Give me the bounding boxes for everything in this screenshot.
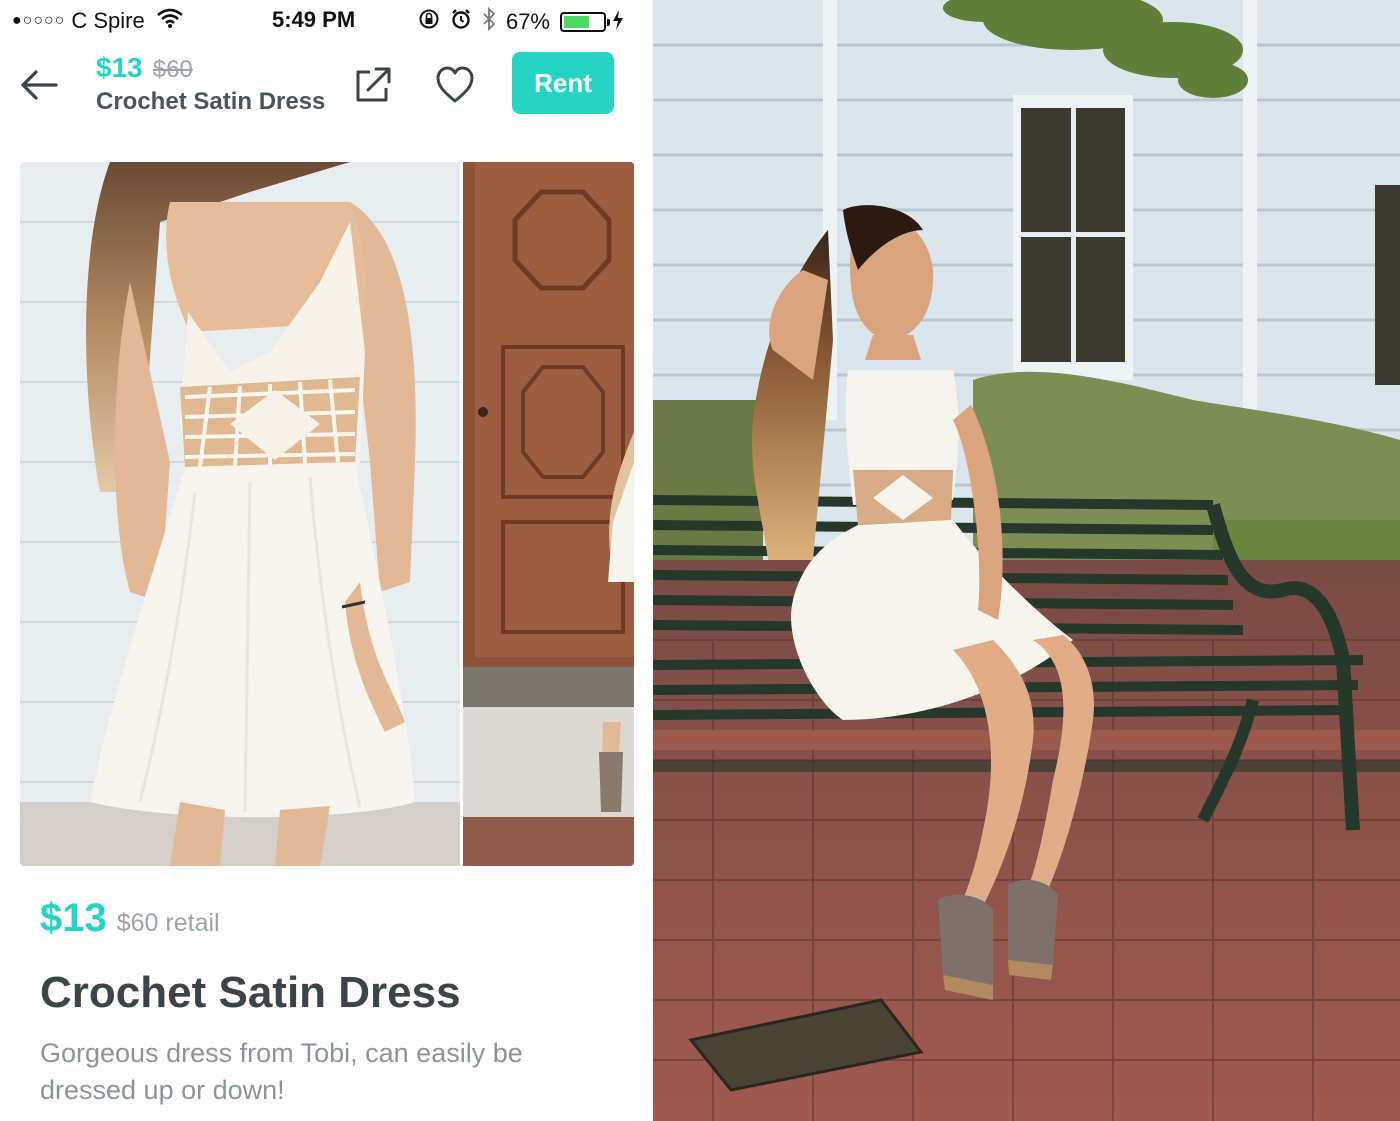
app-screen: ●○○○○ C Spire 5:49 PM 67% $13 $60 Croche…	[0, 0, 652, 1121]
nav-prices: $13 $60	[96, 52, 336, 84]
status-right: 67%	[418, 6, 624, 37]
orientation-lock-icon	[418, 8, 440, 36]
battery-level	[564, 16, 589, 28]
bluetooth-icon	[482, 6, 496, 37]
product-photo-next[interactable]	[463, 162, 634, 866]
share-icon	[352, 67, 394, 110]
nav-retail-price: $60	[152, 56, 193, 83]
rent-button[interactable]: Rent	[512, 52, 614, 114]
detail-prices: $13 $60 retail	[40, 896, 640, 941]
carrier-name: C Spire	[71, 8, 145, 33]
nav-product-title: Crochet Satin Dress	[96, 88, 326, 115]
wifi-icon	[156, 8, 183, 34]
product-title: Crochet Satin Dress	[40, 968, 461, 1017]
product-photo-main[interactable]	[20, 162, 460, 866]
heart-icon	[434, 66, 476, 110]
signal-strength: ●○○○○	[12, 12, 66, 29]
battery-percent: 67%	[505, 9, 550, 34]
status-time: 5:49 PM	[272, 7, 356, 32]
nav-rental-price: $13	[96, 52, 143, 83]
status-left: ●○○○○ C Spire	[12, 8, 183, 34]
charging-icon	[612, 9, 624, 35]
lifestyle-photo	[653, 0, 1400, 1121]
alarm-icon	[450, 8, 472, 36]
back-button[interactable]	[18, 64, 60, 106]
product-details: $13 $60 retail Crochet Satin Dress Gorge…	[40, 896, 640, 1109]
nav-product-info: $13 $60 Crochet Satin Dress	[96, 52, 336, 118]
rental-price: $13	[40, 896, 107, 940]
navigation-bar: $13 $60 Crochet Satin Dress Rent	[0, 42, 652, 160]
retail-price: $60 retail	[116, 909, 220, 937]
battery-tip	[607, 19, 610, 26]
favorite-button[interactable]	[434, 64, 476, 106]
product-image-gallery[interactable]	[20, 162, 634, 866]
product-description: Gorgeous dress from Tobi, can easily be …	[40, 1038, 523, 1105]
back-arrow-icon	[18, 70, 60, 110]
battery-icon	[560, 12, 610, 32]
share-button[interactable]	[352, 64, 394, 106]
status-bar: ●○○○○ C Spire 5:49 PM 67%	[0, 0, 652, 42]
